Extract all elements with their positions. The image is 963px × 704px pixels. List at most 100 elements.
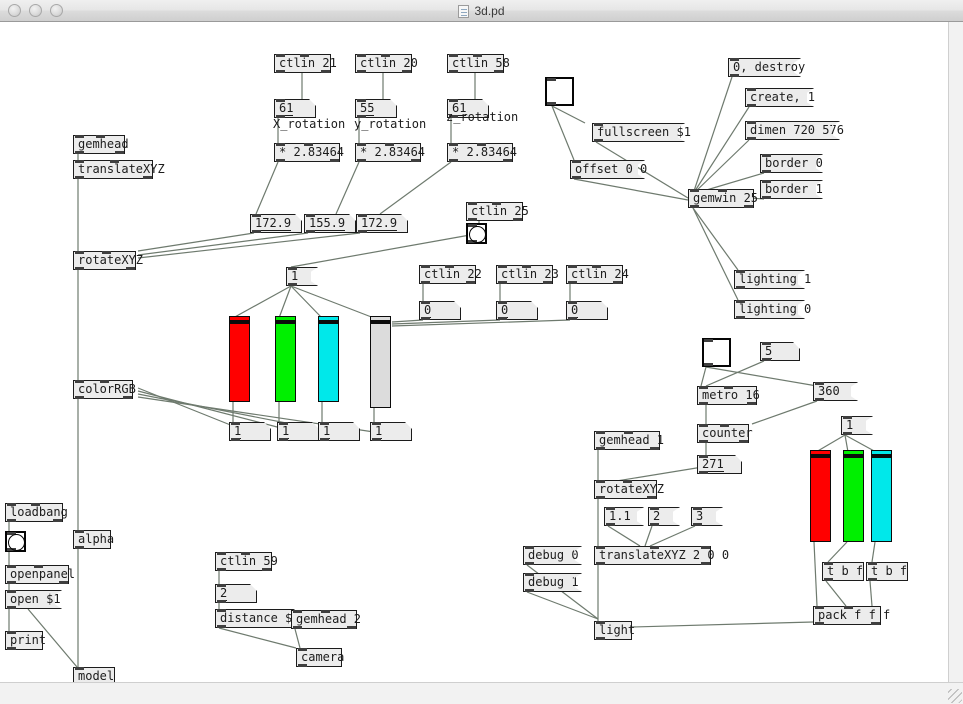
pd-message-msg360[interactable]: 360 xyxy=(813,382,851,401)
inlet-nub[interactable] xyxy=(300,54,309,57)
pd-object-openpanel[interactable]: openpanel xyxy=(5,565,75,584)
horizontal-scrollbar[interactable] xyxy=(0,682,963,704)
inlet-nub[interactable] xyxy=(762,180,771,183)
inlet-nub[interactable] xyxy=(75,667,84,670)
outlet-nub[interactable] xyxy=(547,102,556,105)
outlet-nub[interactable] xyxy=(288,283,297,286)
outlet-nub[interactable] xyxy=(123,396,132,399)
outlet-nub[interactable] xyxy=(699,402,708,405)
slider-knob[interactable] xyxy=(230,320,249,324)
vertical-slider-vsl_g2[interactable] xyxy=(843,450,864,542)
inlet-nub[interactable] xyxy=(279,422,288,425)
resize-grip-icon[interactable] xyxy=(948,689,962,703)
bang-bng_ctlin25[interactable] xyxy=(466,223,487,244)
pd-object-colorRGB[interactable]: colorRGB xyxy=(73,380,136,399)
patch-cord[interactable] xyxy=(391,319,571,327)
outlet-nub[interactable] xyxy=(739,440,748,443)
inlet-nub[interactable] xyxy=(650,546,659,549)
inlet-nub[interactable] xyxy=(304,143,313,146)
outlet-nub[interactable] xyxy=(330,159,339,162)
outlet-nub[interactable] xyxy=(650,447,659,450)
pd-message-msg_light0[interactable]: lighting 0 xyxy=(734,300,811,319)
pd-number-n24[interactable]: 0 xyxy=(566,301,608,320)
inlet-nub[interactable] xyxy=(720,424,729,427)
pd-object-gemhead2[interactable]: gemhead 2 xyxy=(291,610,361,629)
outlet-nub[interactable] xyxy=(75,396,84,399)
outlet-nub[interactable] xyxy=(736,286,745,289)
patch-cord[interactable] xyxy=(705,366,818,387)
patch-cord[interactable] xyxy=(137,232,255,252)
outlet-nub[interactable] xyxy=(815,622,824,625)
patch-cord[interactable] xyxy=(255,161,279,215)
outlet-nub[interactable] xyxy=(699,471,708,474)
patch-cord[interactable] xyxy=(751,400,818,425)
inlet-nub[interactable] xyxy=(724,386,733,389)
outlet-nub[interactable] xyxy=(762,358,771,361)
inlet-nub[interactable] xyxy=(100,380,109,383)
inlet-nub[interactable] xyxy=(747,121,756,124)
inlet-nub[interactable] xyxy=(815,606,824,609)
outlet-nub[interactable] xyxy=(568,317,577,320)
inlet-nub[interactable] xyxy=(693,507,702,510)
inlet-nub[interactable] xyxy=(650,507,659,510)
patch-cord[interactable] xyxy=(526,591,599,620)
inlet-nub[interactable] xyxy=(498,265,507,268)
pd-message-msg_dimen[interactable]: dimen 720 576 xyxy=(745,121,844,140)
outlet-nub[interactable] xyxy=(468,218,477,221)
pd-number-num_y[interactable]: 55 xyxy=(355,99,397,118)
pd-object-translateXYZ1[interactable]: translateXYZ 2 0 0 xyxy=(594,546,729,565)
outlet-nub[interactable] xyxy=(53,519,62,522)
pd-message-msg_create[interactable]: create, 1 xyxy=(745,88,815,107)
patch-cord[interactable] xyxy=(827,541,848,563)
outlet-nub[interactable] xyxy=(596,447,605,450)
inlet-nub[interactable] xyxy=(34,565,43,568)
inlet-nub[interactable] xyxy=(96,135,105,138)
pd-message-msg_fullscreen[interactable]: fullscreen $1 xyxy=(592,123,691,142)
outlet-nub[interactable] xyxy=(747,402,756,405)
inlet-nub[interactable] xyxy=(372,422,381,425)
outlet-nub[interactable] xyxy=(747,104,756,107)
inlet-nub[interactable] xyxy=(449,54,458,57)
inlet-nub[interactable] xyxy=(102,251,111,254)
inlet-nub[interactable] xyxy=(445,265,454,268)
inlet-nub[interactable] xyxy=(623,480,632,483)
pd-object-tbf1[interactable]: t b f xyxy=(822,562,864,581)
outlet-nub[interactable] xyxy=(606,523,615,526)
inlet-nub[interactable] xyxy=(815,382,824,385)
inlet-nub[interactable] xyxy=(75,160,84,163)
inlet-nub[interactable] xyxy=(468,224,477,227)
patch-canvas[interactable]: ctlin 21 ctlin 20 ctlin 58 61 55 61 * 2.83464 *… xyxy=(0,22,963,682)
outlet-nub[interactable] xyxy=(231,438,240,441)
outlet-nub[interactable] xyxy=(468,240,477,243)
inlet-nub[interactable] xyxy=(525,546,534,549)
outlet-nub[interactable] xyxy=(525,562,534,565)
toggle-tgl_metro[interactable] xyxy=(702,338,731,367)
outlet-nub[interactable] xyxy=(543,281,552,284)
outlet-nub[interactable] xyxy=(815,398,824,401)
inlet-nub[interactable] xyxy=(320,422,329,425)
patch-cord[interactable] xyxy=(551,105,575,161)
pd-number-n22[interactable]: 0 xyxy=(419,301,461,320)
outlet-nub[interactable] xyxy=(347,626,356,629)
inlet-nub[interactable] xyxy=(75,135,84,138)
patch-cord[interactable] xyxy=(290,234,471,268)
outlet-nub[interactable] xyxy=(262,568,271,571)
vertical-slider-vsl_red[interactable] xyxy=(229,316,250,402)
outlet-nub[interactable] xyxy=(276,70,285,73)
pd-message-msg2[interactable]: 2 xyxy=(648,507,673,526)
outlet-nub[interactable] xyxy=(494,70,503,73)
outlet-nub[interactable] xyxy=(701,562,710,565)
patch-cord[interactable] xyxy=(692,139,750,195)
inlet-nub[interactable] xyxy=(288,267,297,270)
patch-cord[interactable] xyxy=(137,387,234,427)
patch-cord[interactable] xyxy=(692,207,739,301)
pd-message-msg3[interactable]: 3 xyxy=(691,507,716,526)
pd-message-debug1[interactable]: debug 1 xyxy=(523,573,579,592)
patch-cord[interactable] xyxy=(232,285,292,319)
slider-knob[interactable] xyxy=(844,454,863,458)
pd-message-msg1_top[interactable]: 1 xyxy=(286,267,311,286)
inlet-nub[interactable] xyxy=(421,265,430,268)
outlet-nub[interactable] xyxy=(650,523,659,526)
vertical-slider-vsl_r2[interactable] xyxy=(810,450,831,542)
patch-cord[interactable] xyxy=(335,161,360,215)
